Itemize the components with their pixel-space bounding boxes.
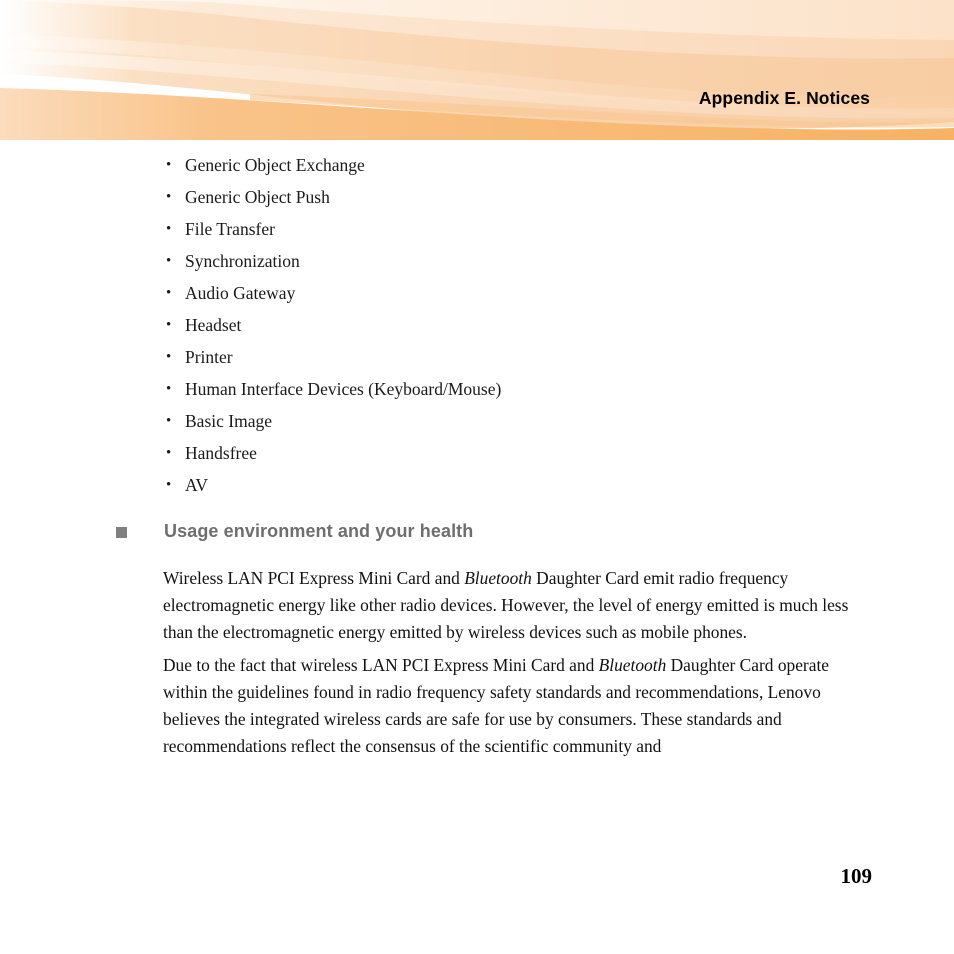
section-heading-label: Usage environment and your health — [164, 521, 474, 541]
header-banner-decoration: Appendix E. Notices — [0, 0, 954, 140]
paragraph: Due to the fact that wireless LAN PCI Ex… — [163, 652, 875, 760]
list-item: Human Interface Devices (Keyboard/Mouse) — [164, 373, 501, 405]
list-item: Generic Object Push — [164, 181, 501, 213]
section-heading: Usage environment and your health — [116, 521, 473, 542]
text-run: Wireless LAN PCI Express Mini Card and — [163, 568, 465, 588]
list-item: Handsfree — [164, 437, 501, 469]
page-number: 109 — [840, 864, 873, 888]
emphasis-text: Bluetooth — [464, 568, 532, 588]
list-item: Generic Object Exchange — [164, 149, 501, 181]
list-item: AV — [164, 469, 501, 501]
emphasis-text: Bluetooth — [598, 655, 667, 675]
paragraph: Wireless LAN PCI Express Mini Card and B… — [163, 565, 875, 646]
profile-bullet-list: Generic Object Exchange Generic Object P… — [164, 149, 501, 501]
text-run: Due to the fact that wireless LAN PCI Ex… — [163, 655, 599, 675]
list-item: Headset — [164, 309, 501, 341]
body-paragraphs: Wireless LAN PCI Express Mini Card and B… — [163, 565, 875, 760]
list-item: Printer — [164, 341, 501, 373]
page-title: Appendix E. Notices — [698, 88, 870, 108]
square-marker-icon — [116, 527, 127, 538]
list-item: File Transfer — [164, 213, 501, 245]
list-item: Synchronization — [164, 245, 501, 277]
list-item: Audio Gateway — [164, 277, 501, 309]
list-item: Basic Image — [164, 405, 501, 437]
document-page: Appendix E. Notices Generic Object Excha… — [0, 0, 954, 954]
